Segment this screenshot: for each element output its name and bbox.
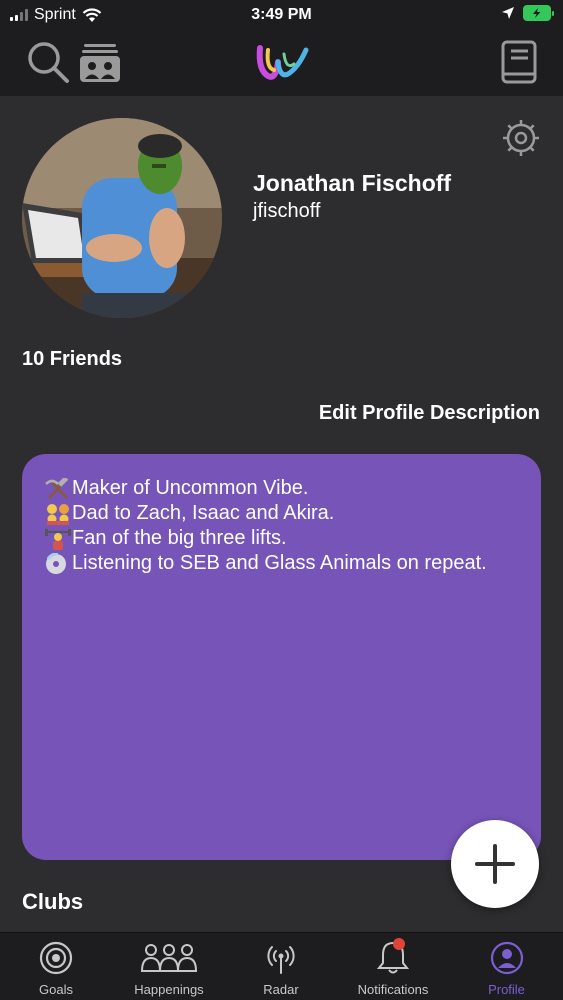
app-logo[interactable] bbox=[254, 40, 310, 84]
add-button[interactable] bbox=[451, 820, 539, 908]
profile-description-card: Maker of Uncommon Vibe. Dad to Zach, Isa… bbox=[22, 454, 541, 860]
book-icon[interactable] bbox=[498, 40, 542, 84]
weightlifter-icon bbox=[45, 529, 71, 550]
tab-goals[interactable]: Goals bbox=[0, 933, 112, 1000]
hammer-pick-icon bbox=[45, 478, 69, 499]
battery-charging-icon bbox=[523, 5, 554, 21]
description-line: Maker of Uncommon Vibe. bbox=[44, 476, 521, 501]
profile-icon bbox=[490, 941, 523, 975]
description-line: Listening to SEB and Glass Animals on re… bbox=[44, 551, 521, 576]
description-line: Fan of the big three lifts. bbox=[44, 526, 521, 551]
tab-notifications[interactable]: Notifications bbox=[336, 933, 450, 1000]
location-arrow-icon bbox=[502, 7, 514, 19]
tab-happenings[interactable]: Happenings bbox=[112, 933, 226, 1000]
description-line: Dad to Zach, Isaac and Akira. bbox=[44, 501, 521, 526]
edit-profile-description-button[interactable]: Edit Profile Description bbox=[319, 402, 540, 425]
friends-count-link[interactable]: 10 Friends bbox=[22, 348, 122, 371]
target-icon bbox=[39, 941, 73, 975]
cd-icon bbox=[46, 553, 66, 574]
family-icon bbox=[47, 504, 69, 525]
happenings-feed-icon[interactable] bbox=[78, 40, 122, 84]
avatar[interactable] bbox=[22, 118, 222, 318]
profile-handle: jfischoff bbox=[253, 200, 321, 222]
search-icon[interactable] bbox=[26, 40, 70, 84]
people-icon bbox=[141, 944, 197, 972]
tab-profile[interactable]: Profile bbox=[450, 933, 563, 1000]
top-nav-bar bbox=[0, 30, 563, 96]
tab-radar[interactable]: Radar bbox=[226, 933, 336, 1000]
clock: 3:49 PM bbox=[251, 6, 312, 23]
clubs-heading: Clubs bbox=[22, 889, 84, 914]
notification-badge bbox=[393, 938, 405, 950]
profile-name: Jonathan Fischoff bbox=[253, 170, 452, 196]
settings-gear-icon[interactable] bbox=[501, 118, 541, 158]
status-bar: Sprint 3:49 PM bbox=[0, 0, 563, 30]
bell-icon bbox=[376, 938, 410, 974]
radar-icon bbox=[267, 946, 295, 974]
profile-photo bbox=[22, 118, 222, 318]
bottom-tab-bar: Goals Happenings Radar Notifications Pro… bbox=[0, 932, 563, 1000]
